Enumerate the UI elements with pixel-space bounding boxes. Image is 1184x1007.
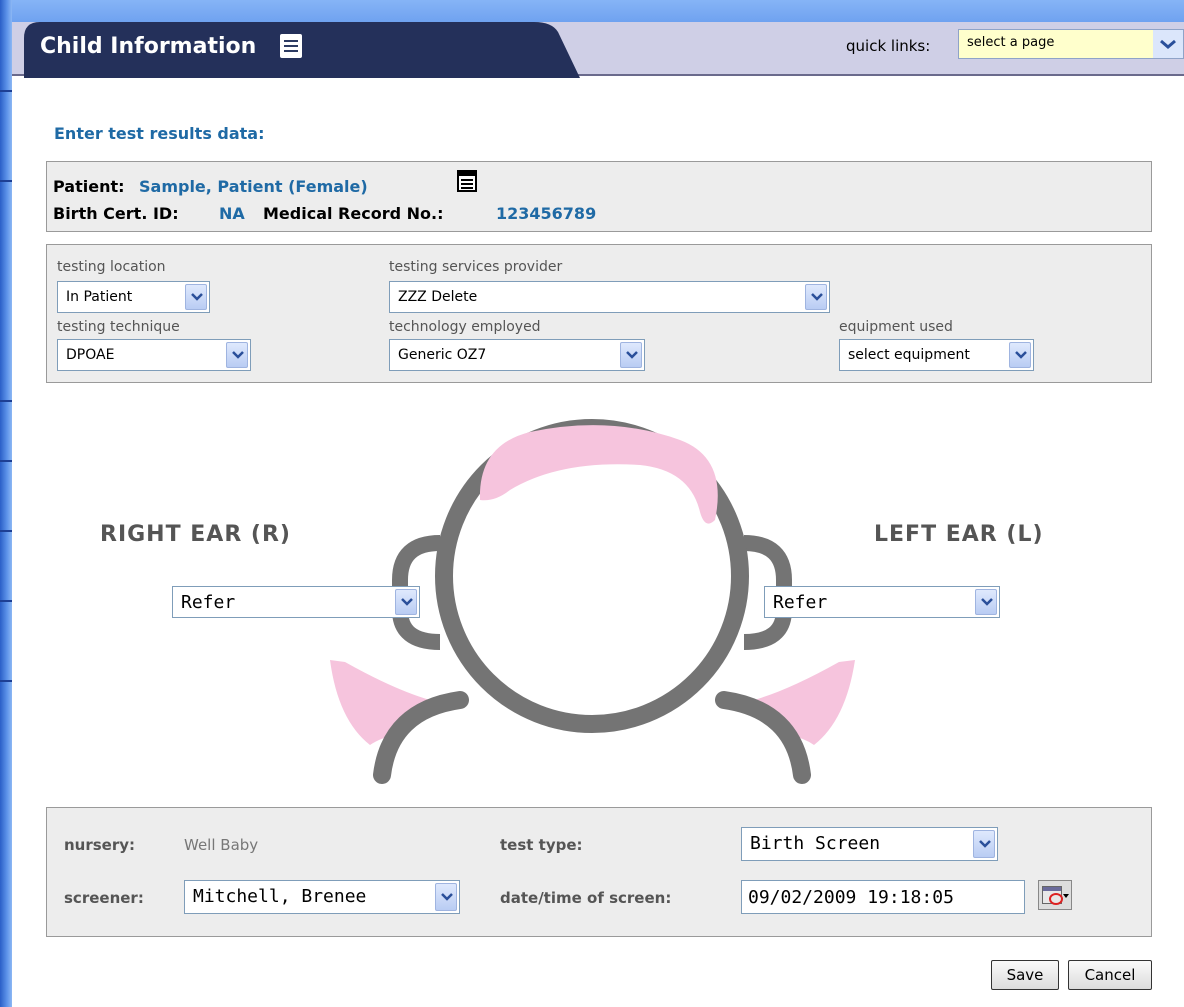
right-ear-result-select[interactable]: Refer xyxy=(172,586,420,618)
test-type-label: test type: xyxy=(500,836,583,854)
left-pigtail xyxy=(330,660,430,745)
nursery-label: nursery: xyxy=(64,836,136,854)
chevron-down-icon[interactable] xyxy=(973,830,995,858)
left-ear-result-select[interactable]: Refer xyxy=(764,586,1000,618)
right-pigtail xyxy=(754,660,855,745)
screener-value: Mitchell, Brenee xyxy=(193,886,367,907)
datetime-value: 09/02/2009 19:18:05 xyxy=(748,887,954,908)
save-button[interactable]: Save xyxy=(991,960,1059,990)
cancel-button[interactable]: Cancel xyxy=(1068,960,1152,990)
left-ear-label: LEFT EAR (L) xyxy=(874,522,1044,547)
caret-down-icon xyxy=(1063,894,1069,898)
screener-select[interactable]: Mitchell, Brenee xyxy=(184,880,460,914)
datetime-input[interactable]: 09/02/2009 19:18:05 xyxy=(741,880,1025,914)
right-ear-result-value: Refer xyxy=(181,592,236,613)
test-type-value: Birth Screen xyxy=(750,833,881,854)
chevron-down-icon[interactable] xyxy=(395,589,417,615)
test-type-select[interactable]: Birth Screen xyxy=(741,827,998,861)
date-picker-button[interactable] xyxy=(1038,880,1072,910)
datetime-label: date/time of screen: xyxy=(500,889,672,907)
chevron-down-icon[interactable] xyxy=(435,883,457,911)
nursery-value: Well Baby xyxy=(184,836,259,854)
chevron-down-icon[interactable] xyxy=(975,589,997,615)
calendar-icon xyxy=(1042,886,1063,905)
right-ear-label: RIGHT EAR (R) xyxy=(100,522,291,547)
left-ear-result-value: Refer xyxy=(773,592,828,613)
screener-label: screener: xyxy=(64,889,144,907)
